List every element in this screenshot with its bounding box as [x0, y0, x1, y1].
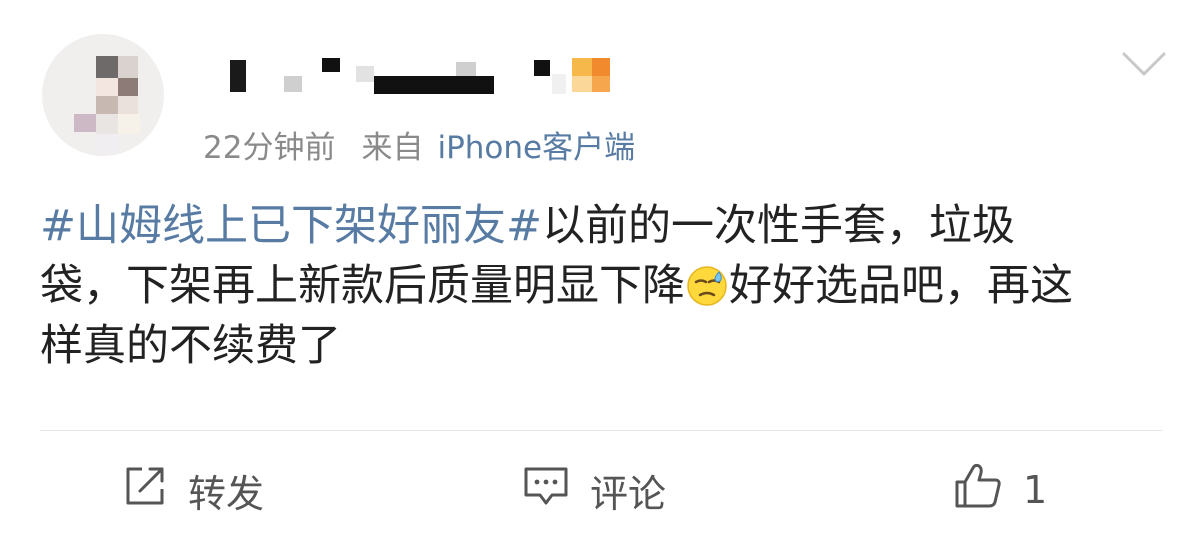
repost-button[interactable]: 转发 [122, 462, 264, 518]
post-meta: 22分钟前 来自 iPhone客户端 [203, 126, 635, 170]
divider [40, 430, 1162, 431]
source-prefix: 来自 [361, 130, 424, 166]
comment-button[interactable]: 评论 [522, 462, 666, 518]
post-text-line3: 样真的不续费了 [40, 321, 341, 371]
avatar[interactable] [42, 34, 164, 156]
post-text-line1: 以前的一次性手套，垃圾 [542, 201, 1016, 251]
like-button[interactable]: 1 [953, 462, 1047, 518]
post-text-line2: 袋，下架再上新款后质量明显下降 [40, 261, 685, 311]
share-icon [122, 463, 168, 518]
thumbs-up-icon [953, 462, 1003, 519]
source-client[interactable]: iPhone客户端 [437, 130, 635, 166]
chevron-down-icon[interactable] [1120, 48, 1168, 80]
repost-label: 转发 [188, 471, 265, 516]
post-text-line2-after: 好好选品吧，再这 [729, 261, 1073, 311]
hashtag-link[interactable]: #山姆线上已下架好丽友# [40, 201, 542, 251]
like-count: 1 [1023, 468, 1048, 512]
sweat-face-emoji-icon [685, 264, 729, 308]
post-time: 22分钟前 [203, 130, 336, 166]
author-name[interactable] [200, 52, 620, 98]
comment-icon [522, 463, 570, 518]
comment-label: 评论 [590, 471, 667, 516]
post-content: #山姆线上已下架好丽友#以前的一次性手套，垃圾 袋，下架再上新款后质量明显下降 … [40, 196, 1160, 376]
